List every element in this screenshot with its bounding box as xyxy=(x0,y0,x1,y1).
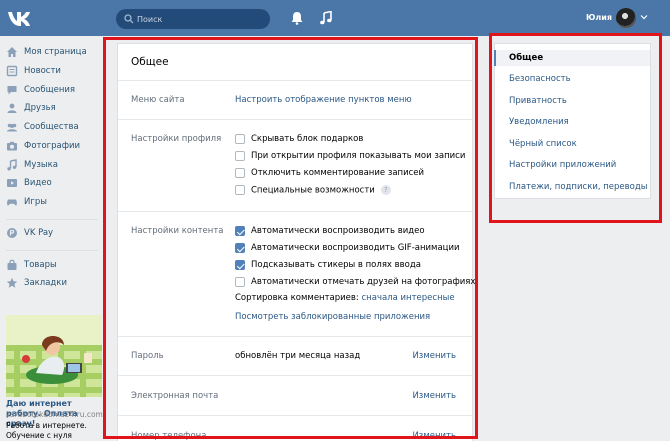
sidebar-item-news[interactable]: Новости xyxy=(6,63,101,79)
sidebar-item-music[interactable]: Музыка xyxy=(6,157,101,173)
friend-icon xyxy=(7,103,17,113)
username[interactable]: Юлия xyxy=(586,13,612,22)
camera-icon xyxy=(7,141,17,151)
sidebar-item-photos[interactable]: Фотографии xyxy=(6,138,101,154)
sidebar-item-goods[interactable]: Товары xyxy=(6,257,101,273)
sidebar-item-label: Сообщения xyxy=(24,85,76,95)
search-box[interactable] xyxy=(116,9,270,29)
vkpay-icon xyxy=(7,228,17,238)
sidebar-item-groups[interactable]: Сообщества xyxy=(6,119,101,135)
highlight-frame-main xyxy=(103,37,478,439)
sidebar-item-vkpay[interactable]: VK Pay xyxy=(6,225,101,241)
chevron-down-icon[interactable] xyxy=(640,14,648,20)
sidebar-item-video[interactable]: Видео xyxy=(6,175,101,191)
sidebar-item-messages[interactable]: Сообщения xyxy=(6,82,101,98)
search-icon xyxy=(124,14,134,24)
sidebar-item-bookmarks[interactable]: Закладки xyxy=(6,275,101,291)
chat-icon xyxy=(7,86,17,95)
music-icon[interactable] xyxy=(319,11,333,25)
sidebar-divider xyxy=(6,250,98,251)
news-icon xyxy=(6,65,18,77)
sidebar-item-games[interactable]: Игры xyxy=(6,194,101,210)
vk-logo-icon[interactable] xyxy=(7,9,33,27)
group-icon xyxy=(7,123,17,132)
gamepad-icon xyxy=(7,199,17,206)
ad-text: Работа в интернете. Обучение с нуля xyxy=(6,421,87,440)
top-bar: Юлия xyxy=(0,0,670,36)
star-icon xyxy=(6,277,18,288)
sidebar-item-label: Игры xyxy=(24,197,47,207)
sidebar-item-label: Друзья xyxy=(24,103,56,113)
search-input[interactable] xyxy=(137,11,265,27)
sidebar-item-label: VK Pay xyxy=(24,228,54,238)
sidebar-item-label: Сообщества xyxy=(24,122,79,132)
home-icon xyxy=(7,47,17,57)
sidebar-item-label: Видео xyxy=(24,178,52,188)
bell-icon[interactable] xyxy=(290,11,304,25)
music-icon xyxy=(7,159,17,171)
avatar[interactable] xyxy=(616,8,636,28)
sidebar-divider xyxy=(6,219,98,220)
ad-image[interactable] xyxy=(6,315,102,397)
sidebar-item-friends[interactable]: Друзья xyxy=(6,100,101,116)
sidebar-item-my-page[interactable]: Моя страница xyxy=(6,44,101,60)
sidebar-item-label: Фотографии xyxy=(24,141,81,151)
sidebar-item-label: Новости xyxy=(24,66,61,76)
sidebar-item-label: Товары xyxy=(24,260,57,270)
sidebar-item-label: Моя страница xyxy=(24,47,87,57)
video-icon xyxy=(7,179,17,187)
sidebar-item-label: Музыка xyxy=(24,160,58,170)
bag-icon xyxy=(7,259,17,270)
highlight-frame-menu xyxy=(489,33,662,223)
sidebar-item-label: Закладки xyxy=(24,278,67,288)
ad-domain: zarabotokdoma24.ru.com xyxy=(6,410,103,419)
